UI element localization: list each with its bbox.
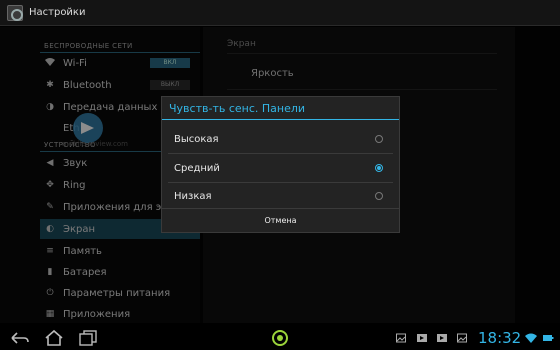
video-notification-icon[interactable] bbox=[437, 333, 447, 343]
cancel-button[interactable]: Отмена bbox=[162, 209, 399, 232]
app-title: Настройки bbox=[29, 7, 86, 18]
touch-sensitivity-dialog: Чувств-ть сенс. Панели Высокая Средний Н… bbox=[161, 96, 400, 233]
option-label: Высокая bbox=[174, 133, 219, 145]
option-high[interactable]: Высокая bbox=[162, 125, 399, 153]
radio-unchecked-icon[interactable] bbox=[375, 135, 383, 143]
radio-unchecked-icon[interactable] bbox=[375, 192, 383, 200]
status-clock[interactable]: 18:32 bbox=[478, 329, 521, 347]
image-notification-icon[interactable] bbox=[457, 333, 467, 343]
launcher-icon[interactable] bbox=[270, 329, 290, 347]
option-medium[interactable]: Средний bbox=[162, 154, 399, 182]
recent-apps-icon[interactable] bbox=[78, 329, 98, 347]
radio-checked-icon[interactable] bbox=[375, 164, 383, 172]
system-bar: 18:32 bbox=[0, 326, 560, 350]
option-low[interactable]: Низкая bbox=[162, 182, 399, 210]
gallery-notification-icon[interactable] bbox=[396, 333, 406, 343]
wifi-signal-icon[interactable] bbox=[525, 333, 537, 343]
option-label: Низкая bbox=[174, 190, 212, 202]
media-notification-icon[interactable] bbox=[417, 333, 427, 343]
battery-status-icon[interactable] bbox=[542, 333, 554, 343]
settings-app-icon[interactable] bbox=[7, 4, 23, 21]
dialog-title-divider bbox=[162, 119, 399, 120]
dialog-title: Чувств-ть сенс. Панели bbox=[169, 102, 306, 115]
back-icon[interactable] bbox=[10, 329, 30, 347]
home-icon[interactable] bbox=[44, 329, 64, 347]
option-label: Средний bbox=[174, 162, 220, 174]
action-bar: Настройки bbox=[0, 0, 560, 26]
